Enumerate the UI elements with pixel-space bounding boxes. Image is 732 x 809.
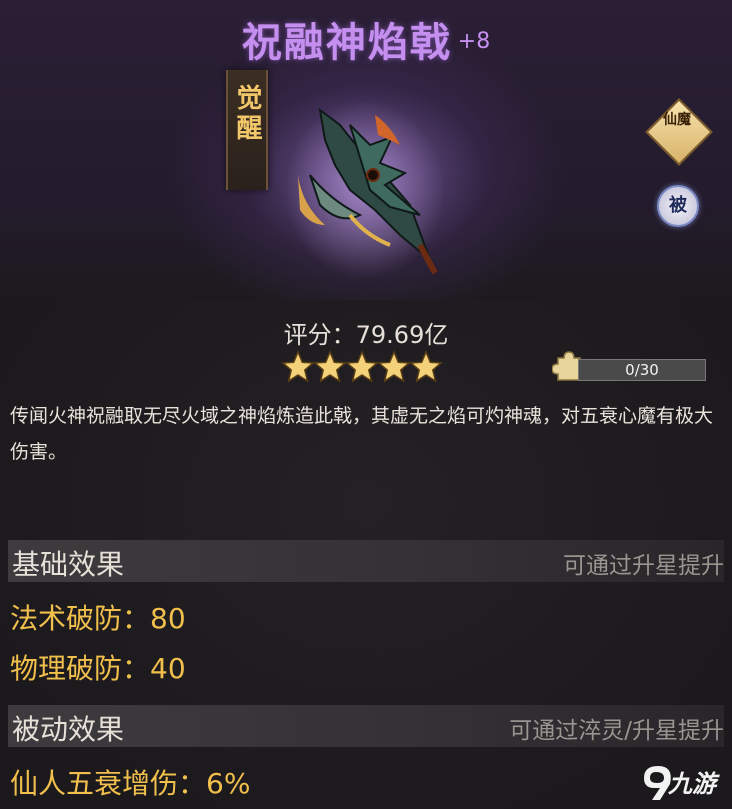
base-stat-magic-pierce: 法术破防：80 (10, 602, 186, 635)
fragment-progress-text: 0/30 (625, 361, 659, 379)
star-icon (281, 350, 315, 383)
base-effects-note: 可通过升星提升 (563, 553, 724, 579)
base-effects-header: 基础效果 可通过升星提升 (8, 540, 724, 582)
awaken-tag: 觉醒 (226, 70, 268, 190)
star-icon (377, 350, 411, 383)
base-stat-physical-pierce: 物理破防：40 (10, 652, 186, 685)
immortal-demon-badge-label: 仙魔 (663, 112, 691, 128)
passive-effects-header: 被动效果 可通过淬灵/升星提升 (8, 705, 724, 747)
score-label: 评分： (283, 321, 356, 349)
score-value: 79.69亿 (355, 321, 449, 349)
item-name: 祝融神焰戟 (241, 20, 452, 66)
score-line: 评分：79.69亿 (0, 315, 732, 350)
base-effects-title: 基础效果 (12, 548, 125, 581)
passive-stat-five-decay-damage: 仙人五衰增伤：6% (10, 767, 251, 800)
awaken-label: 觉醒 (232, 84, 262, 144)
passive-effects-title: 被动效果 (12, 713, 125, 746)
site-logo-text: 九游 (668, 770, 716, 798)
halberd-weapon-icon (285, 100, 445, 280)
item-description: 传闻火神祝融取无尽火域之神焰炼造此戟，其虚无之焰可灼神魂，对五衰心魔有极大伤害。 (10, 405, 714, 463)
star-rating (281, 350, 443, 384)
enhance-level: +8 (457, 29, 491, 54)
fragment-progress-bar: 0/30 (578, 359, 706, 381)
passive-effects-note: 可通过淬灵/升星提升 (509, 718, 724, 744)
star-icon (313, 350, 347, 383)
passive-badge[interactable]: 被 (657, 185, 699, 227)
item-title-row: 祝融神焰戟 +8 (0, 10, 732, 68)
star-icon (409, 350, 443, 383)
star-icon (345, 350, 379, 383)
